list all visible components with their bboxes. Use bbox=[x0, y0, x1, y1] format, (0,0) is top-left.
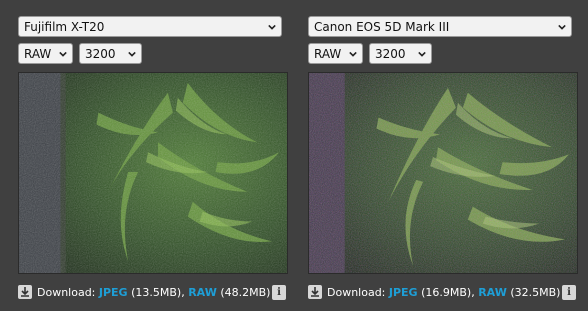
camera-select-value: Fujifilm X-T20 bbox=[24, 20, 105, 34]
download-icon[interactable] bbox=[18, 285, 32, 299]
jpeg-file-size: (16.9MB), bbox=[421, 286, 475, 299]
chevron-down-icon bbox=[349, 51, 357, 57]
camera-select[interactable]: Fujifilm X-T20 bbox=[18, 16, 282, 37]
chevron-down-icon bbox=[268, 24, 276, 30]
format-select[interactable]: RAW bbox=[308, 43, 363, 64]
format-select[interactable]: RAW bbox=[18, 43, 73, 64]
download-row: Download: JPEG (16.9MB), RAW (32.5MB) i bbox=[308, 285, 578, 301]
camera-select[interactable]: Canon EOS 5D Mark III bbox=[308, 16, 572, 37]
info-icon[interactable]: i bbox=[562, 285, 576, 300]
chevron-down-icon bbox=[558, 24, 566, 30]
format-select-value: RAW bbox=[24, 47, 52, 61]
iso-select[interactable]: 3200 bbox=[369, 43, 432, 64]
raw-download-link[interactable]: RAW bbox=[188, 286, 217, 299]
chevron-down-icon bbox=[59, 51, 67, 57]
raw-download-link[interactable]: RAW bbox=[478, 286, 507, 299]
download-label: Download: bbox=[37, 286, 96, 299]
sample-photo[interactable] bbox=[308, 72, 578, 274]
camera-panel-left: Fujifilm X-T20 RAW 3200 Download: JPEG (… bbox=[14, 0, 290, 311]
download-label: Download: bbox=[327, 286, 386, 299]
jpeg-file-size: (13.5MB), bbox=[131, 286, 185, 299]
iso-select-value: 3200 bbox=[85, 47, 116, 61]
raw-file-size: (48.2MB) bbox=[220, 286, 271, 299]
camera-panel-right: Canon EOS 5D Mark III RAW 3200 Download:… bbox=[306, 0, 582, 311]
download-row: Download: JPEG (13.5MB), RAW (48.2MB) i bbox=[18, 285, 288, 301]
jpeg-download-link[interactable]: JPEG bbox=[389, 286, 418, 299]
chevron-down-icon bbox=[418, 51, 426, 57]
camera-select-value: Canon EOS 5D Mark III bbox=[314, 20, 450, 34]
chevron-down-icon bbox=[128, 51, 136, 57]
iso-select[interactable]: 3200 bbox=[79, 43, 142, 64]
sample-photo[interactable] bbox=[18, 72, 288, 274]
format-select-value: RAW bbox=[314, 47, 342, 61]
download-icon[interactable] bbox=[308, 285, 322, 299]
iso-select-value: 3200 bbox=[375, 47, 406, 61]
info-icon[interactable]: i bbox=[272, 285, 286, 300]
jpeg-download-link[interactable]: JPEG bbox=[99, 286, 128, 299]
raw-file-size: (32.5MB) bbox=[510, 286, 561, 299]
